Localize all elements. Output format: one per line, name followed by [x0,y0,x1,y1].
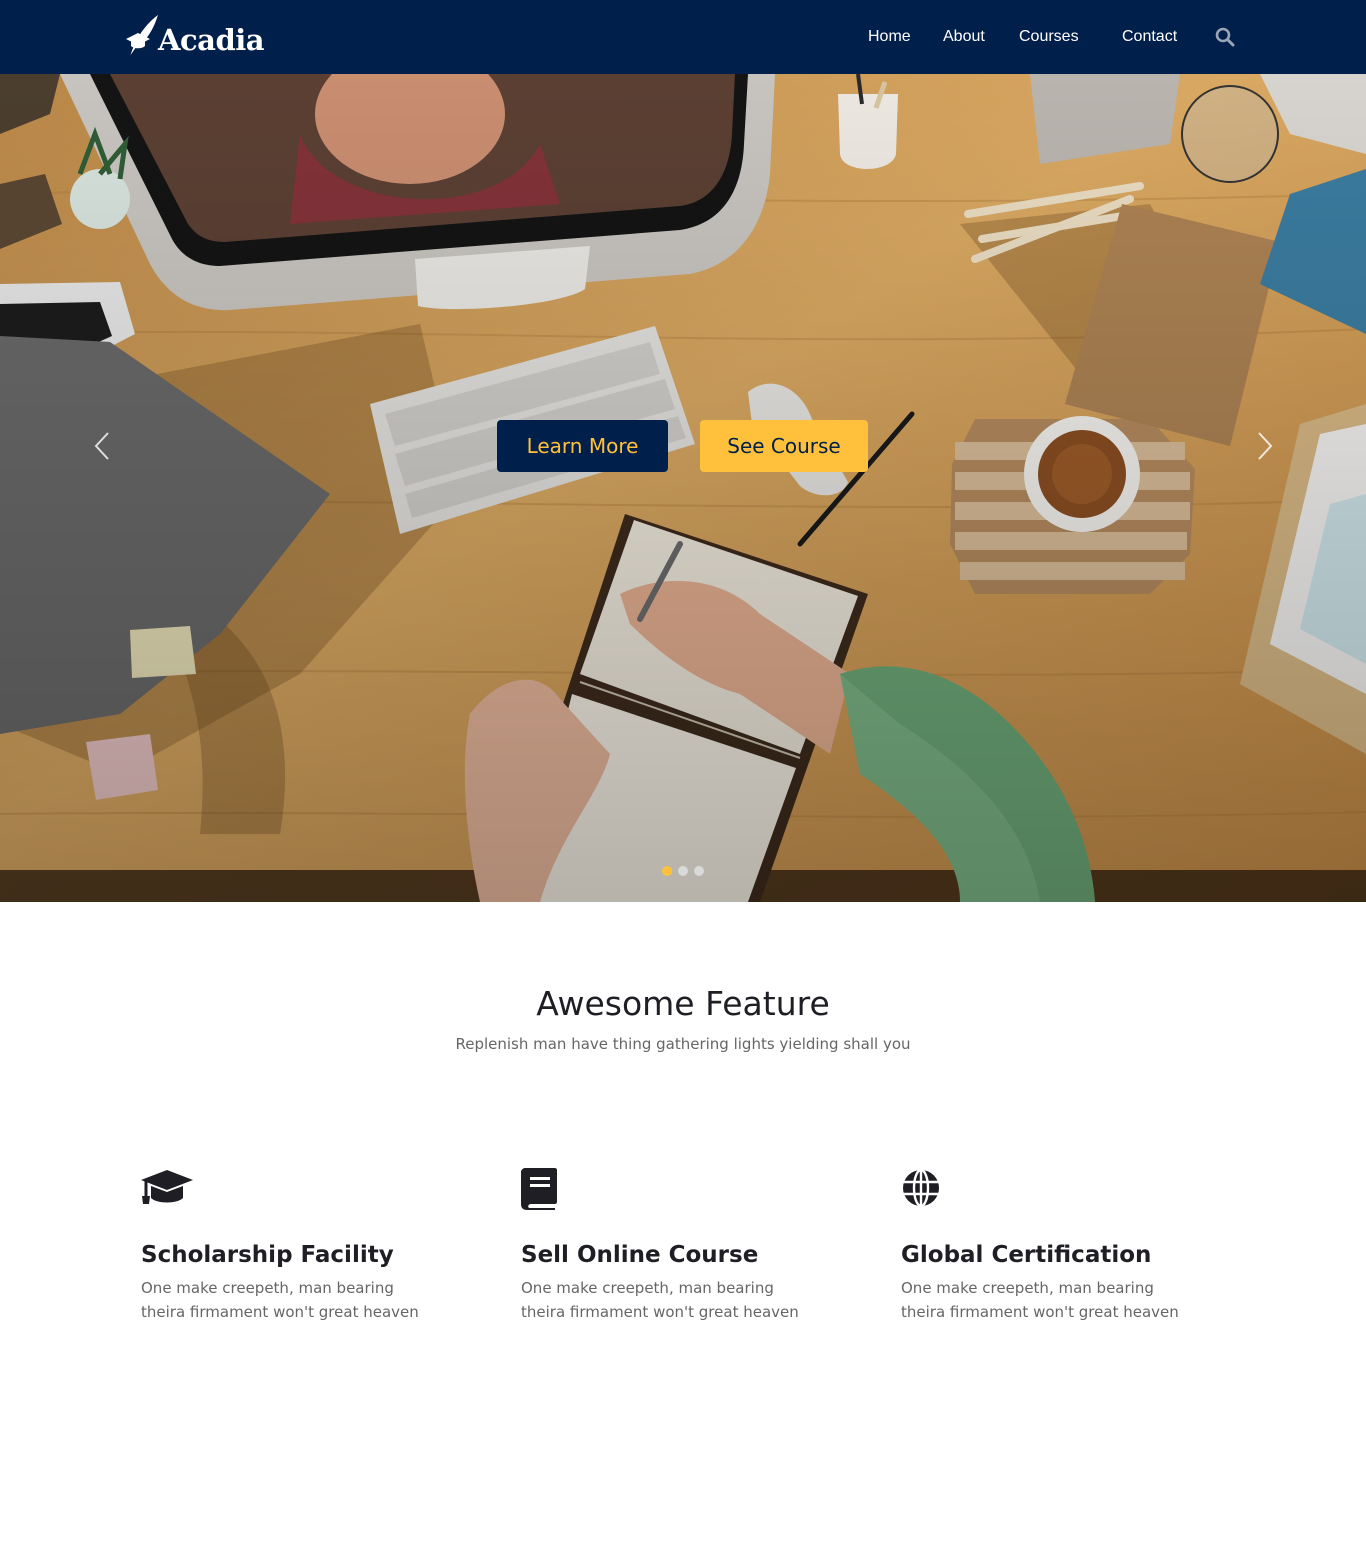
section-subtitle: Replenish man have thing gathering light… [455,1035,911,1053]
globe-icon [903,1168,939,1208]
nav-item-contact[interactable]: Contact [1122,27,1177,47]
carousel-dot-1[interactable] [662,866,672,876]
nav-item-home[interactable]: Home [868,27,911,47]
carousel-dot-2[interactable] [678,866,688,876]
feature-description: One make creepeth, man bearing theira fi… [901,1279,1179,1321]
see-course-button[interactable]: See Course [700,420,868,472]
carousel-dot-3[interactable] [694,866,704,876]
feature-card: Sell Online Course One make creepeth, ma… [521,1166,841,1324]
learn-more-button[interactable]: Learn More [497,420,668,472]
hero-background-image [0,74,1366,902]
carousel-indicators [662,866,704,876]
chevron-right-icon[interactable] [1251,429,1277,463]
graduation-cap-icon [141,1170,193,1204]
feature-title: Global Certification [901,1242,1152,1268]
book-icon [521,1168,557,1210]
nav-item-about[interactable]: About [943,27,985,47]
top-navbar: Acadia Home About Courses Contact [0,0,1366,74]
feature-title: Sell Online Course [521,1242,759,1268]
feature-card: Scholarship Facility One make creepeth, … [141,1166,461,1324]
feature-card: Global Certification One make creepeth, … [901,1166,1221,1324]
nav-item-courses[interactable]: Courses [1019,27,1079,47]
section-title: Awesome Feature [536,984,830,1023]
hero-carousel: Learn More See Course [0,74,1366,902]
feature-title: Scholarship Facility [141,1242,394,1268]
search-icon[interactable] [1214,26,1236,48]
chevron-left-icon[interactable] [90,429,116,463]
feature-description: One make creepeth, man bearing theira fi… [521,1279,799,1321]
feature-description: One make creepeth, man bearing theira fi… [141,1279,419,1321]
main-nav: Home About Courses Contact [0,0,1366,74]
